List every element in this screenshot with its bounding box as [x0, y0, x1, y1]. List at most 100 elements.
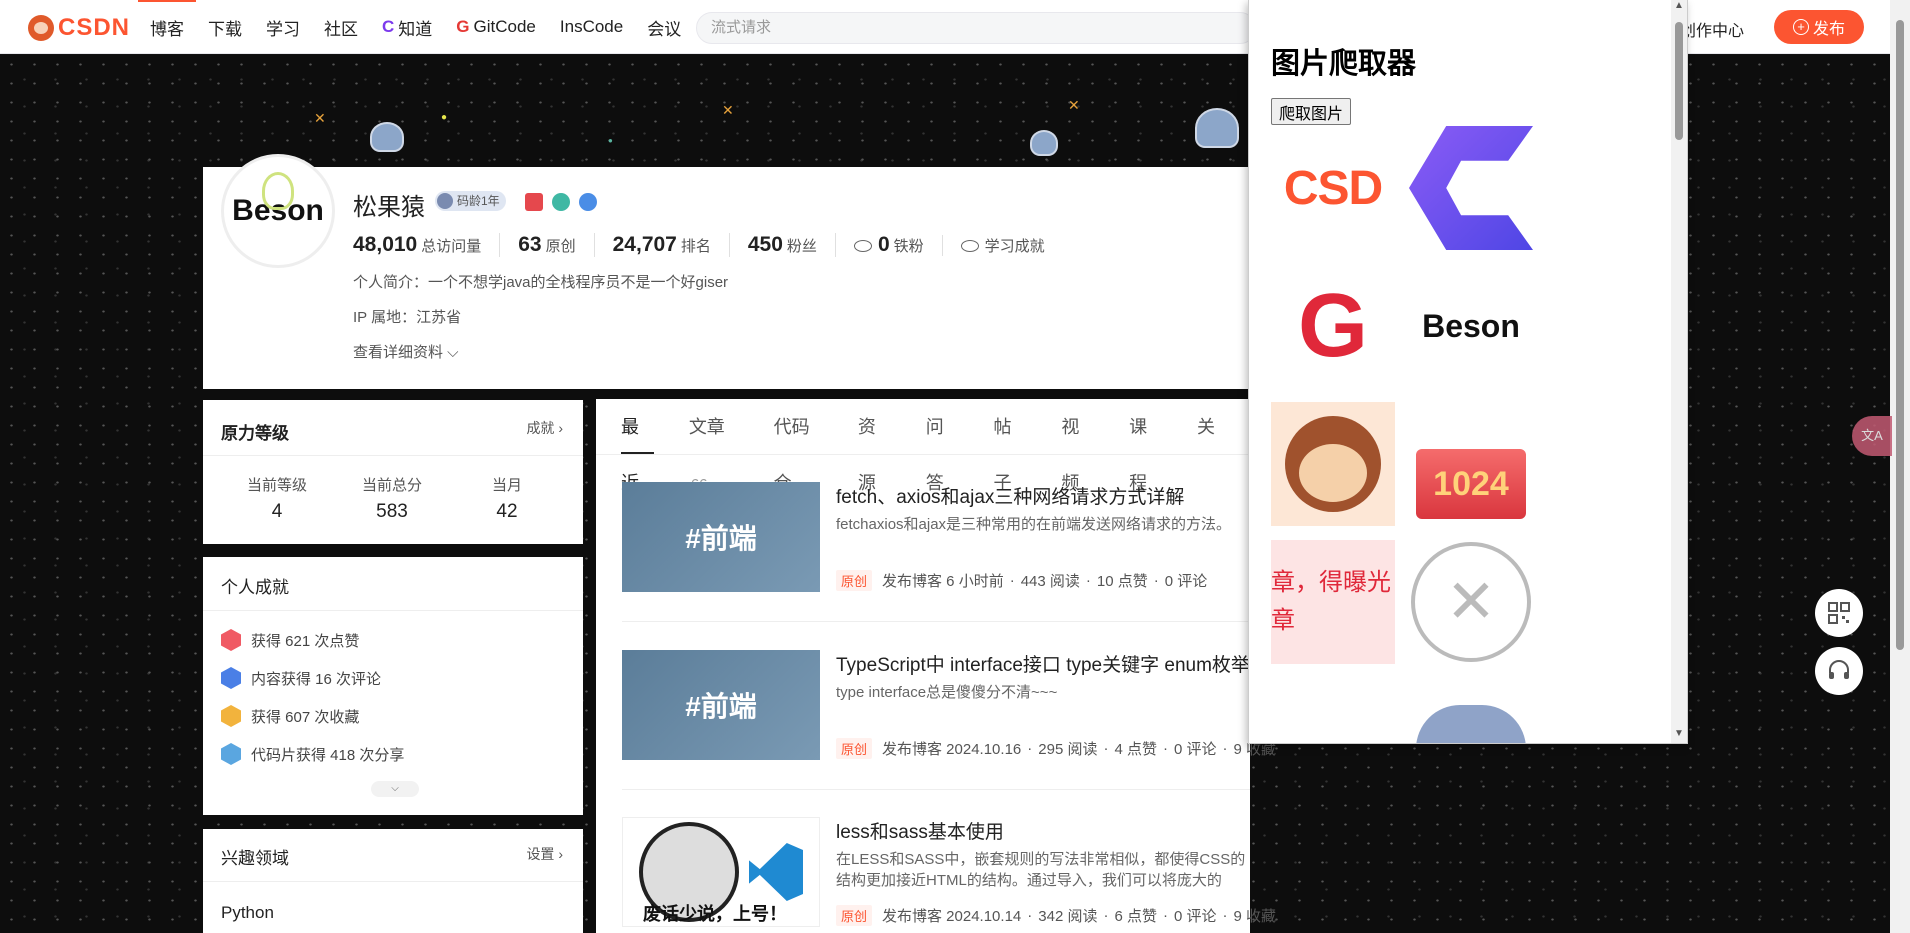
star-decoration-icon: ✕ [1068, 97, 1080, 113]
nav-item-gitcode[interactable]: G GitCode [444, 0, 548, 54]
star-decoration-icon: ✕ [314, 110, 326, 126]
creator-center-link[interactable]: 创作中心 [1680, 17, 1744, 41]
divider [203, 610, 583, 611]
nav-label: 下载 [208, 19, 242, 39]
qrcode-button[interactable] [1815, 589, 1863, 637]
interest-tag[interactable]: Python [221, 903, 274, 923]
nav-label: 知道 [398, 19, 433, 39]
search-input[interactable]: 流式请求 [696, 12, 1256, 44]
stat-visits: 48,010 总访问量 [353, 233, 499, 257]
crawled-image-robot[interactable] [1409, 678, 1533, 743]
tab-videos[interactable]: 视频 [1061, 399, 1094, 493]
meta-favorites: 9 收藏 [1233, 908, 1277, 925]
page-scroll-thumb[interactable] [1896, 20, 1904, 650]
monkey-avatar-icon [1285, 416, 1381, 512]
stat-iron-fans[interactable]: 0 铁粉 [834, 233, 942, 257]
tab-articles[interactable]: 文章66 [689, 399, 739, 493]
meta-likes: 4 点赞 [1114, 741, 1157, 758]
eye-icon [960, 240, 979, 252]
interests-settings-link[interactable]: 设置 › [526, 844, 563, 864]
level-value: 42 [496, 501, 518, 522]
csdn-logo[interactable]: CSDN [28, 14, 130, 42]
achievements-card: 个人成就 获得 621 次点赞 内容获得 16 次评论 获得 607 次收藏 代… [203, 557, 583, 815]
meme-caption: 废话少说，上号！ [643, 904, 787, 924]
article-item[interactable]: #前端 TypeScript中 interface接口 type关键字 enum… [622, 650, 1276, 760]
meta-likes: 6 点赞 [1114, 908, 1157, 925]
meta-dot: · [1027, 740, 1033, 757]
level-label: 当前总分 [361, 477, 422, 494]
article-desc: fetchaxios和ajax是三种常用的在前端发送网络请求的方法。 [836, 516, 1232, 533]
nav-item-zhidao[interactable]: C 知道 [370, 0, 444, 54]
original-tag: 原创 [836, 905, 873, 926]
level-value: 583 [376, 501, 408, 522]
stat-label: 原创 [545, 238, 576, 255]
profile-card: Beson 松果猿 码龄1年 48,010 总访问量 63 原创 24,707 排名 … [203, 154, 1250, 389]
meta-dot: · [1222, 907, 1228, 924]
crawled-image-beson-2[interactable]: Beson [1271, 678, 1395, 743]
nav-item-learn[interactable]: 学习 [254, 0, 312, 54]
article-title[interactable]: TypeScript中 interface接口 type关键字 enum枚举 [836, 650, 1250, 677]
nav-item-meeting[interactable]: 会议 [635, 0, 693, 54]
article-title[interactable]: fetch、axios和ajax三种网络请求方式详解 [836, 482, 1184, 509]
crawled-image-monkey[interactable] [1271, 402, 1395, 526]
article-thumbnail[interactable]: #前端 [622, 650, 820, 760]
nav-item-blog[interactable]: 博客 [138, 0, 196, 54]
article-item[interactable]: #前端 fetch、axios和ajax三种网络请求方式详解 fetchaxio… [622, 482, 1250, 592]
crawled-image-c-logo[interactable] [1409, 126, 1533, 250]
tab-following[interactable]: 关 [1197, 399, 1215, 454]
nav-item-download[interactable]: 下载 [196, 0, 254, 54]
page-scrollbar[interactable] [1890, 0, 1910, 933]
qrcode-icon [1828, 602, 1850, 624]
beson-logo-text: Beson [1422, 307, 1520, 344]
popup-scroll-thumb[interactable] [1675, 22, 1683, 140]
tab-code-repo[interactable]: 代码仓 [774, 399, 823, 493]
translate-icon[interactable]: 文A [1852, 416, 1892, 456]
article-item[interactable]: 废话少说，上号！ less和sass基本使用 在LESS和SASS中，嵌套规则的… [622, 817, 1276, 933]
expand-toggle[interactable]: ⌵ [371, 781, 419, 797]
nav-item-community[interactable]: 社区 [312, 0, 370, 54]
stat-fans[interactable]: 450 粉丝 [728, 233, 835, 257]
scroll-down-icon[interactable]: ▼ [1674, 728, 1684, 739]
tab-posts[interactable]: 帖子 [994, 399, 1027, 493]
customer-service-button[interactable] [1815, 647, 1863, 695]
article-thumbnail[interactable]: 废话少说，上号！ [622, 817, 820, 927]
view-details-link[interactable]: 查看详细资料 ⌵ [353, 341, 459, 362]
tab-qa[interactable]: 问答 [926, 399, 959, 493]
crawled-image-close[interactable]: ✕ [1409, 540, 1533, 664]
crawled-image-beson[interactable]: Beson [1409, 264, 1533, 388]
tab-recent[interactable]: 最近 [621, 399, 654, 493]
profile-intro: 个人简介：一个不想学java的全栈程序员不是一个好giser [353, 274, 729, 291]
interests-title: 兴趣领域 [221, 849, 289, 868]
scroll-up-icon[interactable]: ▲ [1674, 0, 1684, 11]
crawl-images-button[interactable]: 爬取图片 [1271, 98, 1352, 125]
level-label: 当月 [491, 477, 522, 494]
stat-learning[interactable]: 学习成就 [941, 235, 1063, 256]
stat-value: 24,707 [612, 233, 677, 256]
chevron-right-icon: › [554, 846, 563, 862]
crawled-image-csdn-logo[interactable]: CSD [1271, 126, 1395, 250]
nav-item-inscode[interactable]: InsCode [548, 0, 635, 54]
stat-label: 排名 [680, 238, 711, 255]
level-current: 当前等级 4 [222, 474, 332, 523]
article-meta: 原创 发布博客 2024.10.14 · 342 阅读 · 6 点赞 · 0 评论 · … [836, 905, 1276, 926]
article-thumbnail[interactable]: #前端 [622, 482, 820, 592]
popup-scrollbar[interactable]: ▲ ▼ [1671, 0, 1687, 743]
c-logo-icon [1409, 126, 1533, 250]
tab-resources[interactable]: 资源 [858, 399, 891, 493]
crawled-image-1024-banner[interactable]: 1024 [1409, 402, 1533, 526]
chevron-down-icon: ⌵ [391, 783, 399, 794]
crawled-image-promo-text[interactable]: 章，得曝光 章 [1271, 540, 1395, 664]
achievement-text: 获得 621 次点赞 [251, 632, 360, 650]
meta-dot: · [1153, 572, 1159, 589]
tab-label: 关 [1196, 417, 1215, 437]
stat-label: 学习成就 [984, 238, 1045, 255]
achievements-link[interactable]: 成就 › [526, 418, 563, 438]
article-title[interactable]: less和sass基本使用 [836, 817, 1004, 844]
publish-button[interactable]: + 发布 [1774, 10, 1864, 44]
profile-stats: 48,010 总访问量 63 原创 24,707 排名 450 粉丝 0 铁粉 学习成就 [353, 233, 1063, 257]
avatar[interactable]: Beson [221, 154, 335, 268]
tab-courses[interactable]: 课程 [1129, 399, 1162, 493]
monkey-face-shape [1299, 444, 1367, 502]
level-value: 4 [271, 501, 283, 522]
crawled-image-g-logo[interactable]: G [1271, 264, 1395, 388]
